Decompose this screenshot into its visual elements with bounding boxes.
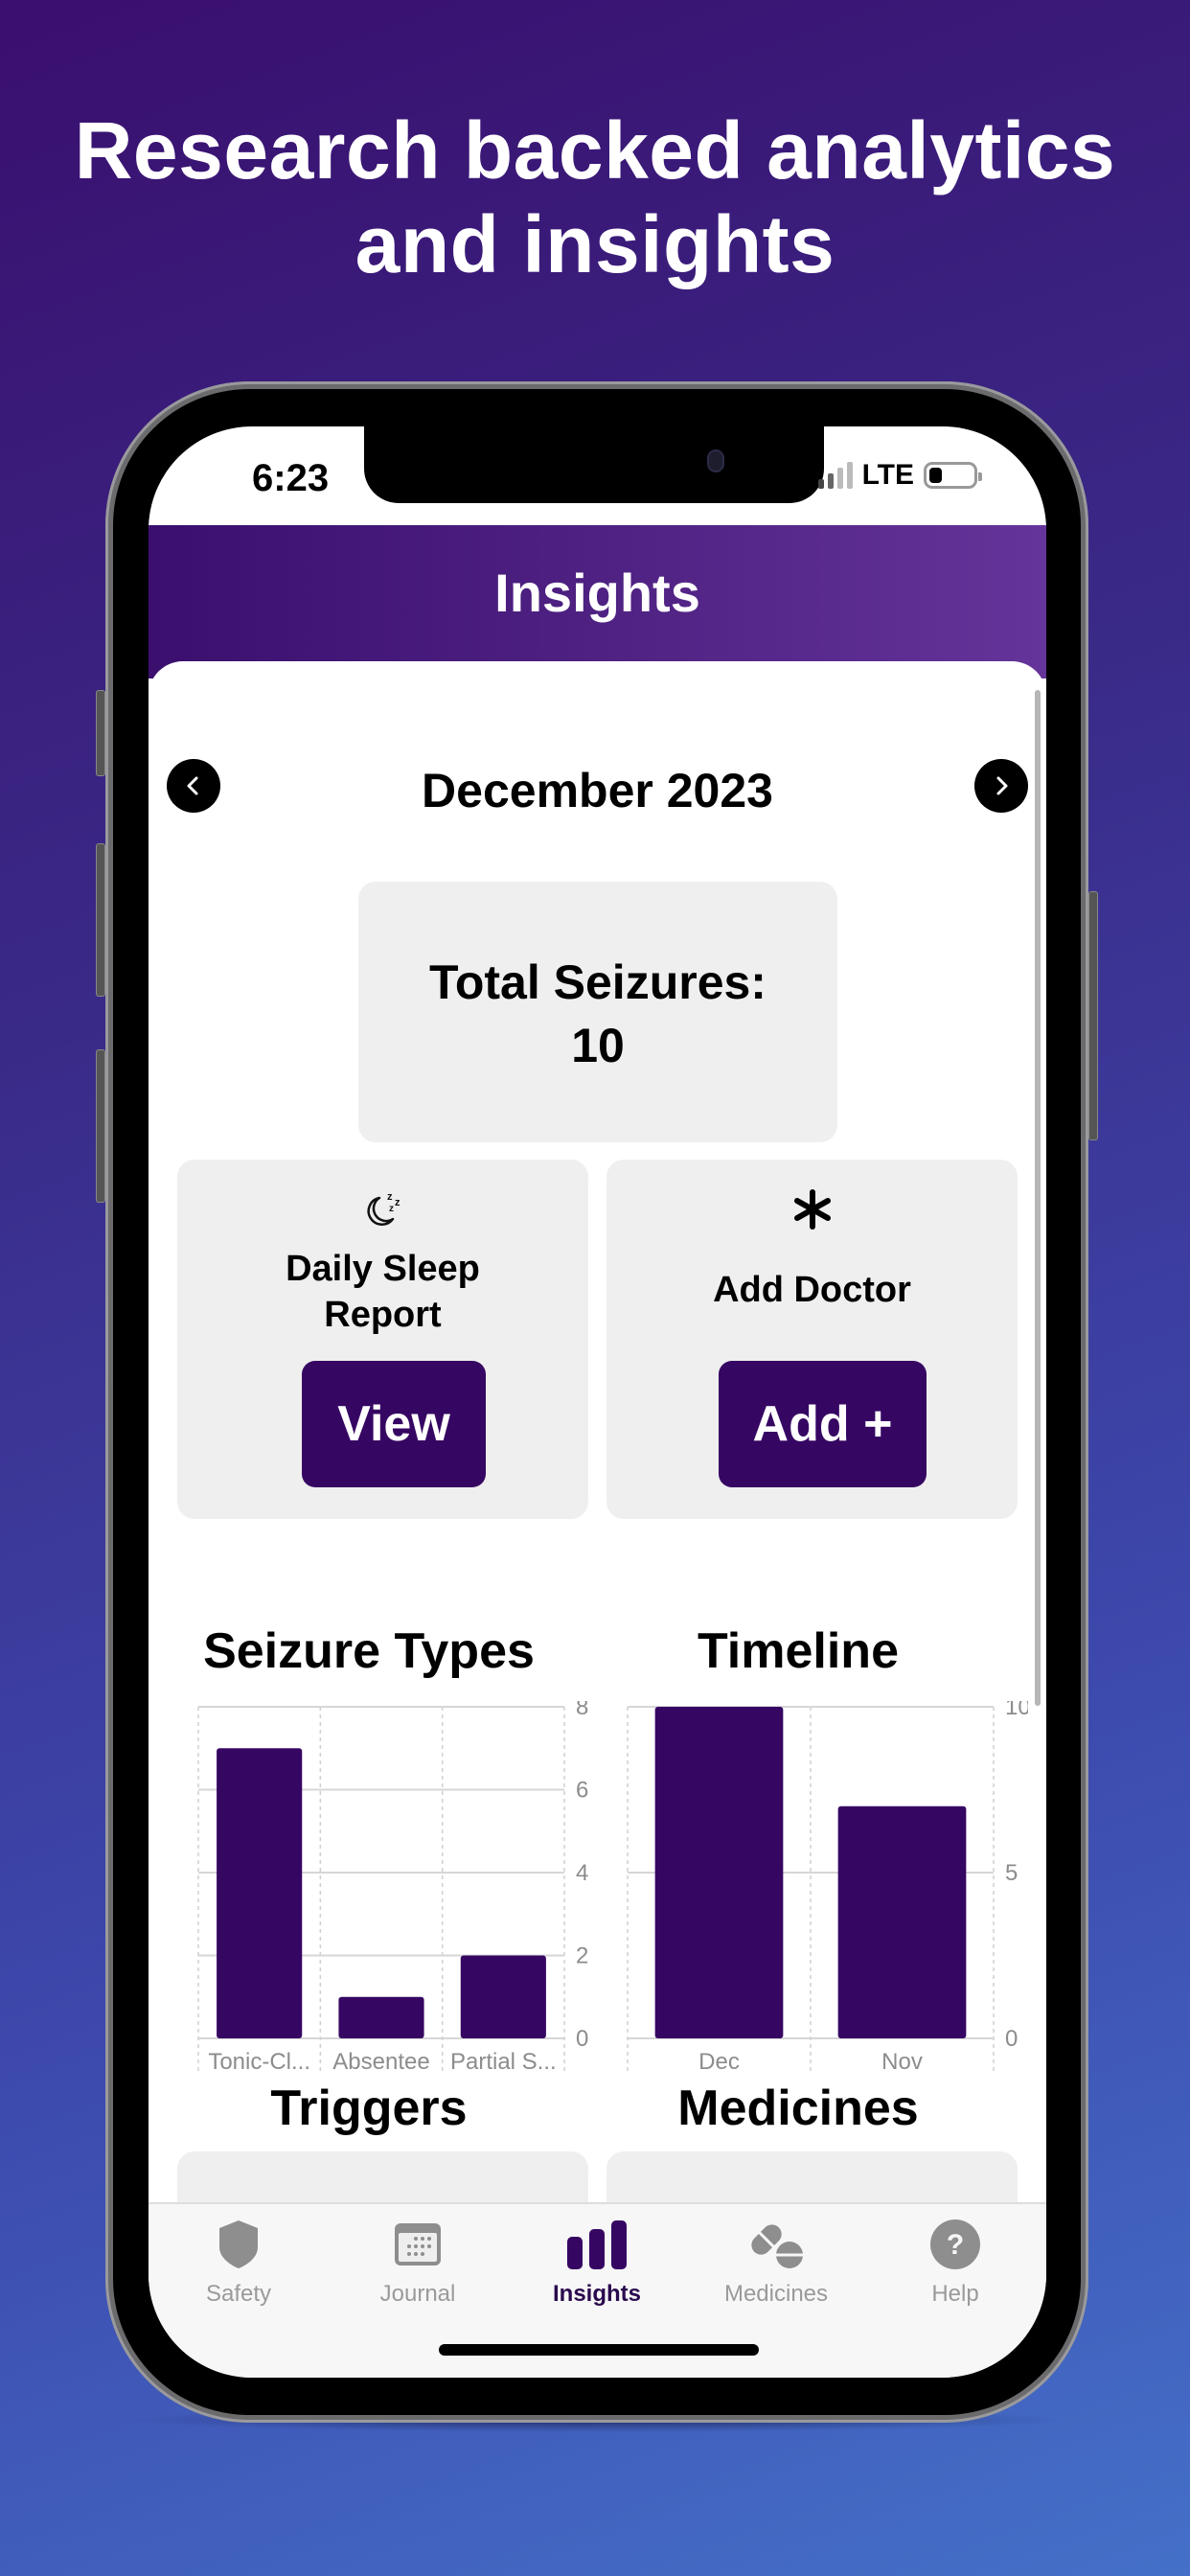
battery-icon [924,462,982,489]
moon-zzz-icon: z z z [177,1190,588,1232]
svg-text:z: z [389,1204,394,1214]
tab-label: Journal [379,2281,456,2307]
tab-help[interactable]: ? Help [879,2218,1032,2313]
month-navigator: December 2023 [149,757,1046,817]
view-sleep-report-button[interactable]: View [302,1361,486,1487]
tab-medicines[interactable]: Medicines [699,2218,853,2313]
app-header: Insights [149,525,1046,678]
svg-text:z: z [395,1197,400,1208]
svg-text:?: ? [947,2229,964,2261]
y-tick-label: 0 [576,2026,588,2052]
seizure-type-bar[interactable] [460,1955,546,2039]
y-tick-label: 0 [1005,2026,1018,2052]
network-label: LTE [861,459,914,491]
battery-level [929,468,943,483]
seizure-types-title: Seizure Types [203,1623,535,1679]
tab-label: Medicines [723,2281,829,2307]
sleep-card-label-line1: Daily Sleep [286,1249,480,1289]
y-tick-label: 4 [576,1860,588,1886]
y-tick-label: 5 [1005,1860,1018,1886]
total-seizures-label: Total Seizures: [429,955,767,1009]
medicines-title: Medicines [677,2081,919,2136]
tab-label: Safety [205,2281,272,2307]
tab-safety[interactable]: Safety [162,2218,315,2313]
signal-icon [817,462,853,489]
tab-insights[interactable]: Insights [520,2218,674,2313]
phone-screen: 6:23 LTE Insights December 2023 Total Se… [149,426,1046,2378]
headline-line-1: Research backed analytics [74,105,1116,196]
seizure-type-bar[interactable] [217,1748,303,2038]
total-seizures-value: 10 [571,1019,625,1072]
tab-label: Insights [552,2281,641,2307]
volume-up-button [96,843,105,997]
x-tick-label: Dec [698,2049,740,2075]
x-tick-label: Nov [881,2049,923,2075]
home-indicator[interactable] [439,2344,759,2356]
total-seizures-card: Total Seizures: 10 [358,882,837,1142]
add-doctor-button[interactable]: Add + [719,1361,927,1487]
triggers-title: Triggers [270,2081,468,2136]
status-indicators: LTE [817,459,982,492]
volume-down-button [96,1049,105,1203]
seizure-type-bar[interactable] [338,1996,424,2038]
power-button [1088,891,1098,1140]
timeline-chart: 0 5 10 Dec Nov [627,1701,1028,2075]
shield-icon [162,2218,315,2271]
tab-bar: Safety Journal Insights Medicines ? Help [149,2202,1046,2378]
sleep-card-label-line2: Report [324,1295,442,1335]
scrollbar[interactable] [1035,690,1041,1706]
headline-line-2: and insights [355,199,835,289]
daily-sleep-card: z z z Daily Sleep Report View [177,1160,588,1519]
x-tick-label: Partial S... [450,2049,557,2075]
y-tick-label: 6 [576,1778,588,1804]
content-scroll[interactable]: December 2023 Total Seizures: 10 z z z D… [149,661,1046,2343]
add-doctor-label: Add Doctor [713,1270,911,1310]
seizure-types-chart: 0 2 4 6 8 Tonic-Cl... Absentee Partial S... [197,1701,588,2075]
status-time: 6:23 [252,457,330,499]
front-camera [709,451,722,471]
asterisk-icon [606,1188,1018,1230]
next-month-button[interactable] [974,759,1028,813]
y-tick-label: 8 [576,1701,588,1720]
add-doctor-card: Add Doctor Add + [606,1160,1018,1519]
x-tick-label: Absentee [332,2049,429,2075]
y-tick-label: 10 [1005,1701,1028,1720]
notch [364,426,824,503]
pills-icon [699,2218,853,2271]
timeline-title: Timeline [697,1623,899,1679]
y-tick-label: 2 [576,1944,588,1969]
timeline-bar[interactable] [837,1806,967,2038]
bar-chart-icon [520,2218,674,2271]
svg-text:z: z [387,1191,393,1203]
tab-label: Help [931,2281,979,2307]
help-icon: ? [879,2218,1032,2271]
chevron-right-icon [996,776,1008,795]
tab-journal[interactable]: Journal [341,2218,494,2313]
month-label: December 2023 [422,764,773,817]
marketing-headline: Research backed analytics and insights [0,104,1190,291]
silent-switch [96,690,105,776]
page-title: Insights [494,563,700,623]
x-tick-label: Tonic-Cl... [208,2049,310,2075]
timeline-bar[interactable] [654,1707,784,2038]
calendar-icon [341,2218,494,2271]
